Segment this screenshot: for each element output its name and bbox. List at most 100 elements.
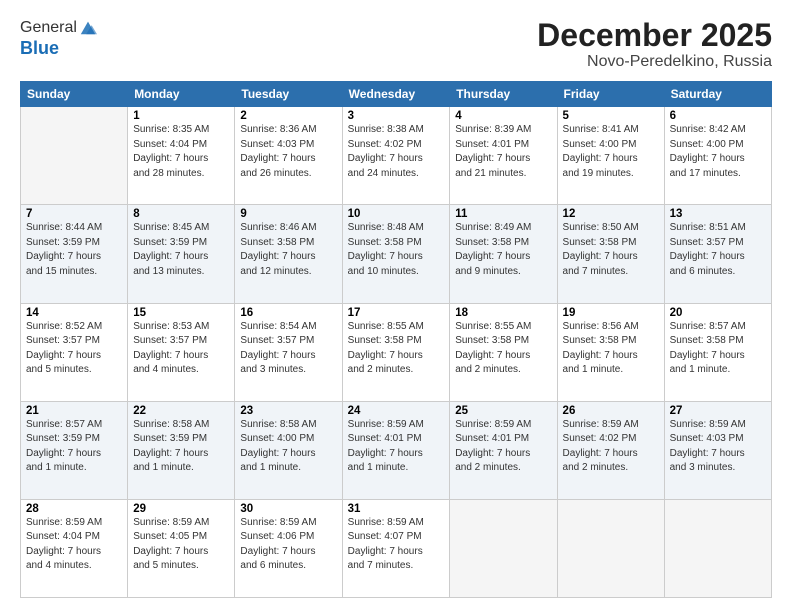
- col-header-wednesday: Wednesday: [342, 82, 450, 107]
- day-info: Sunrise: 8:56 AM Sunset: 3:58 PM Dayligh…: [563, 320, 659, 378]
- day-number: 1: [133, 110, 229, 122]
- calendar-cell: 21Sunrise: 8:57 AM Sunset: 3:59 PM Dayli…: [21, 401, 128, 499]
- day-number: 16: [240, 307, 336, 319]
- calendar-cell: 14Sunrise: 8:52 AM Sunset: 3:57 PM Dayli…: [21, 303, 128, 401]
- calendar-cell: 4Sunrise: 8:39 AM Sunset: 4:01 PM Daylig…: [450, 107, 557, 205]
- day-number: 10: [348, 208, 445, 220]
- calendar-cell: 18Sunrise: 8:55 AM Sunset: 3:58 PM Dayli…: [450, 303, 557, 401]
- calendar-table: SundayMondayTuesdayWednesdayThursdayFrid…: [20, 81, 772, 598]
- col-header-sunday: Sunday: [21, 82, 128, 107]
- calendar-cell: [21, 107, 128, 205]
- day-info: Sunrise: 8:35 AM Sunset: 4:04 PM Dayligh…: [133, 123, 229, 181]
- day-number: 21: [26, 405, 122, 417]
- calendar-cell: 24Sunrise: 8:59 AM Sunset: 4:01 PM Dayli…: [342, 401, 450, 499]
- week-row-1: 1Sunrise: 8:35 AM Sunset: 4:04 PM Daylig…: [21, 107, 772, 205]
- day-info: Sunrise: 8:59 AM Sunset: 4:03 PM Dayligh…: [670, 418, 766, 476]
- calendar-cell: 25Sunrise: 8:59 AM Sunset: 4:01 PM Dayli…: [450, 401, 557, 499]
- calendar-cell: 12Sunrise: 8:50 AM Sunset: 3:58 PM Dayli…: [557, 205, 664, 303]
- col-header-monday: Monday: [128, 82, 235, 107]
- day-number: 13: [670, 208, 766, 220]
- day-number: 19: [563, 307, 659, 319]
- day-number: 4: [455, 110, 551, 122]
- day-info: Sunrise: 8:49 AM Sunset: 3:58 PM Dayligh…: [455, 221, 551, 279]
- day-info: Sunrise: 8:59 AM Sunset: 4:04 PM Dayligh…: [26, 516, 122, 574]
- day-info: Sunrise: 8:46 AM Sunset: 3:58 PM Dayligh…: [240, 221, 336, 279]
- day-number: 17: [348, 307, 445, 319]
- calendar-cell: 1Sunrise: 8:35 AM Sunset: 4:04 PM Daylig…: [128, 107, 235, 205]
- calendar-cell: 7Sunrise: 8:44 AM Sunset: 3:59 PM Daylig…: [21, 205, 128, 303]
- day-number: 2: [240, 110, 336, 122]
- logo-blue-text: Blue: [20, 38, 59, 58]
- calendar-cell: 15Sunrise: 8:53 AM Sunset: 3:57 PM Dayli…: [128, 303, 235, 401]
- day-number: 5: [563, 110, 659, 122]
- day-number: 15: [133, 307, 229, 319]
- header: General Blue December 2025 Novo-Peredelk…: [20, 18, 772, 71]
- calendar-cell: 11Sunrise: 8:49 AM Sunset: 3:58 PM Dayli…: [450, 205, 557, 303]
- day-info: Sunrise: 8:59 AM Sunset: 4:01 PM Dayligh…: [348, 418, 445, 476]
- day-info: Sunrise: 8:54 AM Sunset: 3:57 PM Dayligh…: [240, 320, 336, 378]
- week-row-3: 14Sunrise: 8:52 AM Sunset: 3:57 PM Dayli…: [21, 303, 772, 401]
- calendar-cell: [664, 499, 771, 597]
- day-info: Sunrise: 8:52 AM Sunset: 3:57 PM Dayligh…: [26, 320, 122, 378]
- day-info: Sunrise: 8:59 AM Sunset: 4:06 PM Dayligh…: [240, 516, 336, 574]
- month-title: December 2025: [537, 18, 772, 53]
- day-number: 22: [133, 405, 229, 417]
- day-info: Sunrise: 8:41 AM Sunset: 4:00 PM Dayligh…: [563, 123, 659, 181]
- calendar-cell: 10Sunrise: 8:48 AM Sunset: 3:58 PM Dayli…: [342, 205, 450, 303]
- day-info: Sunrise: 8:38 AM Sunset: 4:02 PM Dayligh…: [348, 123, 445, 181]
- day-number: 20: [670, 307, 766, 319]
- day-number: 8: [133, 208, 229, 220]
- day-info: Sunrise: 8:36 AM Sunset: 4:03 PM Dayligh…: [240, 123, 336, 181]
- day-info: Sunrise: 8:59 AM Sunset: 4:01 PM Dayligh…: [455, 418, 551, 476]
- day-number: 24: [348, 405, 445, 417]
- calendar-cell: 20Sunrise: 8:57 AM Sunset: 3:58 PM Dayli…: [664, 303, 771, 401]
- title-block: December 2025 Novo-Peredelkino, Russia: [537, 18, 772, 71]
- calendar-cell: 23Sunrise: 8:58 AM Sunset: 4:00 PM Dayli…: [235, 401, 342, 499]
- col-header-tuesday: Tuesday: [235, 82, 342, 107]
- day-info: Sunrise: 8:57 AM Sunset: 3:59 PM Dayligh…: [26, 418, 122, 476]
- day-number: 18: [455, 307, 551, 319]
- day-info: Sunrise: 8:59 AM Sunset: 4:05 PM Dayligh…: [133, 516, 229, 574]
- day-number: 9: [240, 208, 336, 220]
- day-number: 31: [348, 503, 445, 515]
- calendar-cell: [450, 499, 557, 597]
- calendar-cell: [557, 499, 664, 597]
- day-info: Sunrise: 8:45 AM Sunset: 3:59 PM Dayligh…: [133, 221, 229, 279]
- day-number: 23: [240, 405, 336, 417]
- day-number: 3: [348, 110, 445, 122]
- day-info: Sunrise: 8:53 AM Sunset: 3:57 PM Dayligh…: [133, 320, 229, 378]
- calendar-header-row: SundayMondayTuesdayWednesdayThursdayFrid…: [21, 82, 772, 107]
- week-row-2: 7Sunrise: 8:44 AM Sunset: 3:59 PM Daylig…: [21, 205, 772, 303]
- day-info: Sunrise: 8:42 AM Sunset: 4:00 PM Dayligh…: [670, 123, 766, 181]
- day-number: 14: [26, 307, 122, 319]
- day-info: Sunrise: 8:58 AM Sunset: 4:00 PM Dayligh…: [240, 418, 336, 476]
- day-number: 6: [670, 110, 766, 122]
- day-number: 25: [455, 405, 551, 417]
- page: General Blue December 2025 Novo-Peredelk…: [0, 0, 792, 612]
- location: Novo-Peredelkino, Russia: [537, 53, 772, 71]
- calendar-cell: 28Sunrise: 8:59 AM Sunset: 4:04 PM Dayli…: [21, 499, 128, 597]
- day-info: Sunrise: 8:59 AM Sunset: 4:07 PM Dayligh…: [348, 516, 445, 574]
- calendar-cell: 16Sunrise: 8:54 AM Sunset: 3:57 PM Dayli…: [235, 303, 342, 401]
- day-number: 27: [670, 405, 766, 417]
- calendar-cell: 5Sunrise: 8:41 AM Sunset: 4:00 PM Daylig…: [557, 107, 664, 205]
- day-number: 26: [563, 405, 659, 417]
- calendar-cell: 22Sunrise: 8:58 AM Sunset: 3:59 PM Dayli…: [128, 401, 235, 499]
- week-row-4: 21Sunrise: 8:57 AM Sunset: 3:59 PM Dayli…: [21, 401, 772, 499]
- calendar-cell: 19Sunrise: 8:56 AM Sunset: 3:58 PM Dayli…: [557, 303, 664, 401]
- calendar-cell: 26Sunrise: 8:59 AM Sunset: 4:02 PM Dayli…: [557, 401, 664, 499]
- col-header-thursday: Thursday: [450, 82, 557, 107]
- day-info: Sunrise: 8:51 AM Sunset: 3:57 PM Dayligh…: [670, 221, 766, 279]
- col-header-friday: Friday: [557, 82, 664, 107]
- day-info: Sunrise: 8:39 AM Sunset: 4:01 PM Dayligh…: [455, 123, 551, 181]
- day-info: Sunrise: 8:57 AM Sunset: 3:58 PM Dayligh…: [670, 320, 766, 378]
- calendar-cell: 6Sunrise: 8:42 AM Sunset: 4:00 PM Daylig…: [664, 107, 771, 205]
- calendar-cell: 3Sunrise: 8:38 AM Sunset: 4:02 PM Daylig…: [342, 107, 450, 205]
- calendar-cell: 31Sunrise: 8:59 AM Sunset: 4:07 PM Dayli…: [342, 499, 450, 597]
- day-number: 28: [26, 503, 122, 515]
- logo-icon: [79, 18, 97, 36]
- calendar-cell: 27Sunrise: 8:59 AM Sunset: 4:03 PM Dayli…: [664, 401, 771, 499]
- day-number: 30: [240, 503, 336, 515]
- calendar-cell: 8Sunrise: 8:45 AM Sunset: 3:59 PM Daylig…: [128, 205, 235, 303]
- week-row-5: 28Sunrise: 8:59 AM Sunset: 4:04 PM Dayli…: [21, 499, 772, 597]
